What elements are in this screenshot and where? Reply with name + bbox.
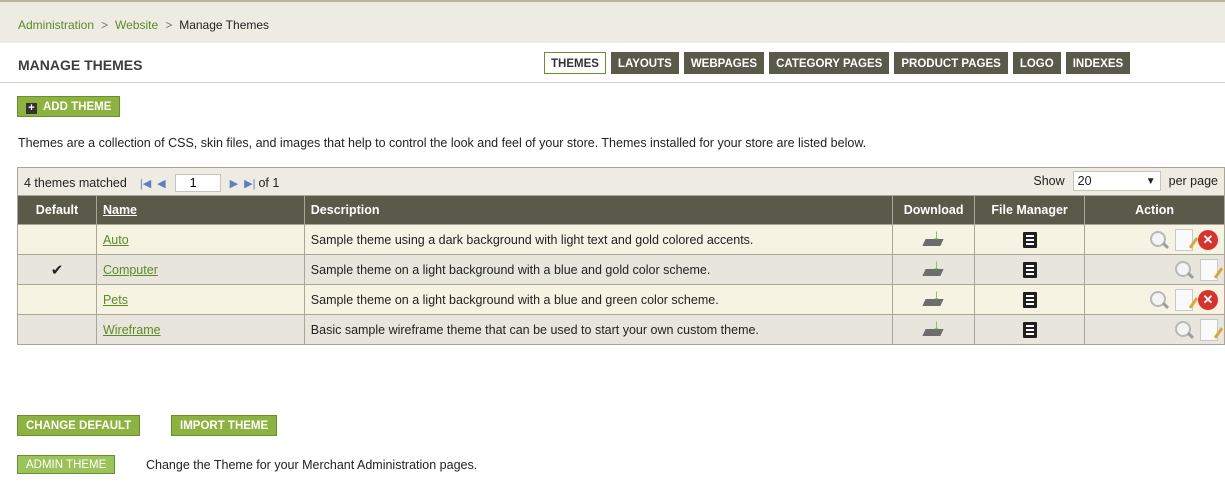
description-cell: Sample theme on a light background with … <box>303 254 894 285</box>
add-theme-label: ADD THEME <box>43 101 112 113</box>
action-cell: ✕ <box>1084 224 1225 255</box>
download-cell: ↓ <box>892 254 976 285</box>
page-count: of 1 <box>258 176 280 190</box>
per-page-select[interactable]: 20 ▼ <box>1072 171 1161 191</box>
preview-icon[interactable] <box>1173 319 1195 341</box>
download-icon[interactable]: ↓ <box>921 258 946 278</box>
download-cell: ↓ <box>892 314 976 345</box>
title-divider <box>0 82 1225 83</box>
edit-icon[interactable] <box>1200 258 1224 281</box>
download-cell: ↓ <box>892 224 976 255</box>
next-page-icon[interactable]: ▶ <box>230 177 238 190</box>
description-cell: Basic sample wireframe theme that can be… <box>303 314 894 345</box>
breadcrumb-current: Manage Themes <box>179 18 270 32</box>
last-page-icon[interactable]: ▶| <box>244 177 255 190</box>
action-cell: ✕ <box>1084 284 1225 315</box>
delete-icon[interactable]: ✕ <box>1198 289 1218 310</box>
download-cell: ↓ <box>892 284 976 315</box>
per-page-label: per page <box>1168 174 1218 188</box>
theme-name-link[interactable]: Pets <box>103 293 128 307</box>
per-page-value: 20 <box>1077 174 1092 188</box>
pager-row: 4 themes matched |◀ ◀ ▶ ▶| of 1 Show 20 ▼… <box>17 167 1225 196</box>
preview-icon[interactable] <box>1173 259 1195 281</box>
tab-themes[interactable]: THEMES <box>544 52 606 74</box>
themes-table: 4 themes matched |◀ ◀ ▶ ▶| of 1 Show 20 ▼… <box>17 167 1225 345</box>
file-manager-cell <box>974 254 1086 285</box>
tab-indexes[interactable]: INDEXES <box>1065 52 1131 74</box>
tab-product-pages[interactable]: PRODUCT PAGES <box>894 52 1008 74</box>
preview-icon[interactable] <box>1148 229 1170 251</box>
col-description-header: Description <box>303 195 894 225</box>
table-row: Wireframe Basic sample wireframe theme t… <box>17 314 1225 345</box>
page-title: MANAGE THEMES <box>18 57 143 73</box>
breadcrumb-link-website[interactable]: Website <box>115 18 158 32</box>
first-page-icon[interactable]: |◀ <box>140 177 151 190</box>
edit-icon[interactable] <box>1175 228 1199 251</box>
table-row: Auto Sample theme using a dark backgroun… <box>17 224 1225 255</box>
add-theme-button[interactable]: + ADD THEME <box>17 96 121 117</box>
default-cell: ✔ <box>17 254 97 285</box>
file-manager-icon[interactable] <box>1022 231 1037 248</box>
col-action-header: Action <box>1084 195 1225 225</box>
download-icon[interactable]: ↓ <box>921 318 946 338</box>
tab-logo[interactable]: LOGO <box>1012 52 1061 74</box>
col-download-header: Download <box>892 195 976 225</box>
intro-text: Themes are a collection of CSS, skin fil… <box>18 136 867 150</box>
file-manager-icon[interactable] <box>1022 291 1037 308</box>
theme-name-link[interactable]: Auto <box>103 233 129 247</box>
breadcrumb-separator: > <box>165 18 173 32</box>
breadcrumb-separator: > <box>101 18 109 32</box>
dropdown-arrow-icon: ▼ <box>1145 175 1156 187</box>
admin-theme-description: Change the Theme for your Merchant Admin… <box>146 458 478 472</box>
delete-icon[interactable]: ✕ <box>1198 229 1218 250</box>
description-cell: Sample theme using a dark background wit… <box>303 224 894 255</box>
download-icon[interactable]: ↓ <box>921 228 946 248</box>
tab-bar: THEMES LAYOUTS WEBPAGES CATEGORY PAGES P… <box>544 52 1131 74</box>
default-cell <box>17 284 97 315</box>
tab-category-pages[interactable]: CATEGORY PAGES <box>769 52 890 74</box>
preview-icon[interactable] <box>1148 289 1170 311</box>
file-manager-icon[interactable] <box>1022 261 1037 278</box>
col-file-manager-header: File Manager <box>974 195 1086 225</box>
table-row: Pets Sample theme on a light background … <box>17 284 1225 315</box>
col-name-header[interactable]: Name <box>95 195 305 225</box>
default-cell <box>17 314 97 345</box>
import-theme-button[interactable]: IMPORT THEME <box>171 415 278 436</box>
description-cell: Sample theme on a light background with … <box>303 284 894 315</box>
breadcrumb-link-administration[interactable]: Administration <box>18 18 94 32</box>
col-default-header: Default <box>17 195 97 225</box>
table-row: ✔ Computer Sample theme on a light backg… <box>17 254 1225 285</box>
name-cell: Pets <box>95 284 305 315</box>
theme-name-link[interactable]: Wireframe <box>103 323 161 337</box>
plus-icon: + <box>26 103 37 114</box>
change-default-button[interactable]: CHANGE DEFAULT <box>17 415 141 436</box>
name-cell: Computer <box>95 254 305 285</box>
file-manager-icon[interactable] <box>1022 321 1037 338</box>
show-label: Show <box>1033 174 1065 188</box>
action-cell <box>1084 254 1225 285</box>
file-manager-cell <box>974 314 1086 345</box>
prev-page-icon[interactable]: ◀ <box>157 177 165 190</box>
matched-count: 4 themes matched <box>24 176 127 190</box>
theme-name-link[interactable]: Computer <box>103 263 158 277</box>
name-cell: Wireframe <box>95 314 305 345</box>
edit-icon[interactable] <box>1175 288 1199 311</box>
sort-name-link[interactable]: Name <box>103 203 137 217</box>
breadcrumb-bar: Administration > Website > Manage Themes <box>0 0 1225 43</box>
table-header-row: Default Name Description Download File M… <box>17 195 1225 225</box>
tab-layouts[interactable]: LAYOUTS <box>610 52 679 74</box>
tab-webpages[interactable]: WEBPAGES <box>683 52 765 74</box>
default-cell <box>17 224 97 255</box>
name-cell: Auto <box>95 224 305 255</box>
breadcrumb: Administration > Website > Manage Themes <box>18 18 269 32</box>
admin-theme-button[interactable]: ADMIN THEME <box>17 455 116 474</box>
action-cell <box>1084 314 1225 345</box>
page-number-input[interactable] <box>174 174 221 192</box>
edit-icon[interactable] <box>1200 318 1224 341</box>
file-manager-cell <box>974 284 1086 315</box>
file-manager-cell <box>974 224 1086 255</box>
default-check-icon: ✔ <box>50 261 64 279</box>
download-icon[interactable]: ↓ <box>921 288 946 308</box>
